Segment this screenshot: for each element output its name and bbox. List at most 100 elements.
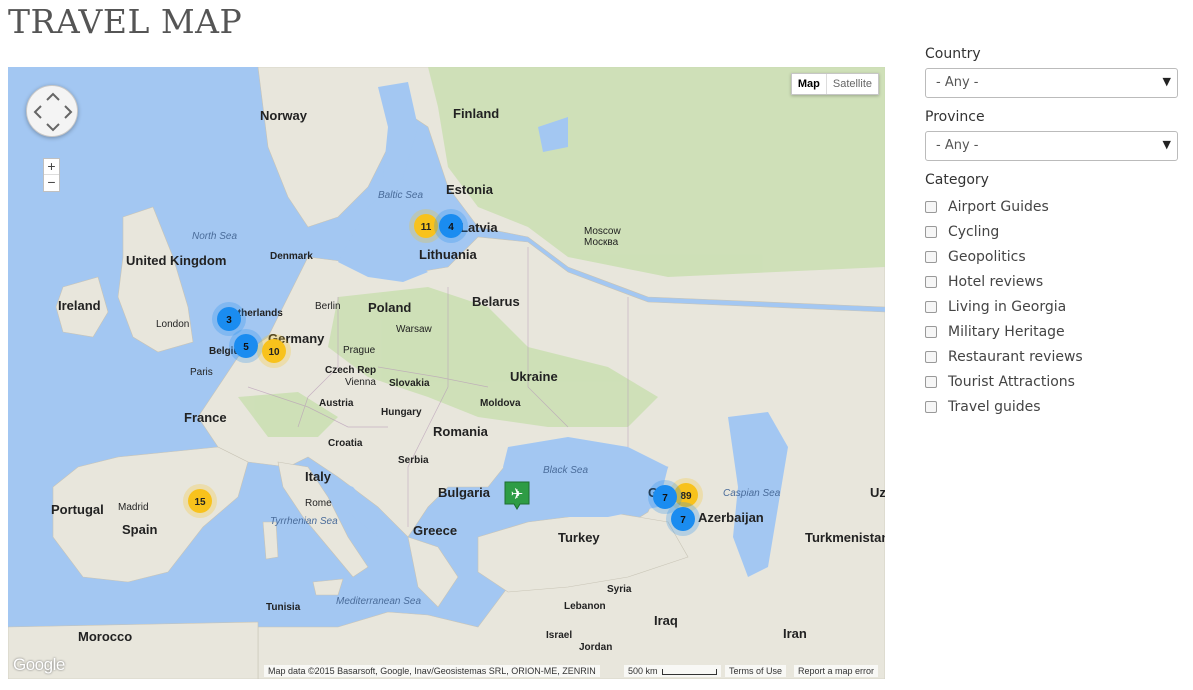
cluster-9[interactable]: 7 (666, 502, 700, 536)
label-london: London (156, 319, 189, 330)
report-map-error-link[interactable]: Report a map error (794, 665, 879, 677)
country-select-value: - Any - (936, 75, 979, 90)
country-select[interactable]: - Any - ▼ (925, 68, 1178, 98)
label-austria: Austria (319, 398, 354, 409)
cluster-6-count: 15 (194, 497, 206, 508)
label-norway: Norway (260, 108, 308, 123)
province-label: Province (925, 109, 985, 125)
category-item[interactable]: Restaurant reviews (925, 344, 1178, 369)
category-item[interactable]: Airport Guides (925, 194, 1178, 219)
cluster-3-count: 3 (226, 315, 232, 326)
travel-map[interactable]: Norway Finland Estonia Latvia Lithuania … (8, 67, 885, 679)
filter-sidebar: Country - Any - ▼ Province - Any - ▼ Cat… (925, 46, 1178, 419)
map-type-satellite-button[interactable]: Satellite (827, 74, 878, 94)
label-iraq: Iraq (654, 613, 678, 628)
zoom-out-button[interactable]: − (44, 175, 59, 191)
category-item[interactable]: Living in Georgia (925, 294, 1178, 319)
cluster-8-count: 89 (680, 491, 692, 502)
label-denmark: Denmark (270, 251, 313, 262)
category-item[interactable]: Tourist Attractions (925, 369, 1178, 394)
label-prague: Prague (343, 345, 376, 356)
category-item[interactable]: Cycling (925, 219, 1178, 244)
pan-arrows-icon (33, 92, 73, 132)
airport-marker[interactable]: ✈ (504, 481, 530, 510)
label-moscow-ru: Москва (584, 237, 619, 248)
map-canvas[interactable]: Norway Finland Estonia Latvia Lithuania … (8, 67, 885, 679)
cluster-6[interactable]: 15 (183, 484, 217, 518)
province-select[interactable]: - Any - ▼ (925, 131, 1178, 161)
category-checkbox[interactable] (925, 250, 937, 263)
map-scale-label: 500 km (628, 666, 658, 676)
chevron-down-icon: ▼ (1162, 75, 1171, 88)
category-label-text: Travel guides (948, 398, 1041, 415)
map-type-control: Map Satellite (790, 73, 879, 95)
category-label-text: Restaurant reviews (948, 348, 1083, 365)
category-checkbox[interactable] (925, 200, 937, 213)
map-scale: 500 km (624, 665, 721, 677)
label-moscow: Moscow (584, 226, 621, 237)
category-list: Airport Guides Cycling Geopolitics Hotel… (925, 194, 1178, 419)
category-checkbox[interactable] (925, 225, 937, 238)
category-item[interactable]: Travel guides (925, 394, 1178, 419)
map-attribution: Map data ©2015 Basarsoft, Google, Inav/G… (264, 665, 600, 677)
category-label-text: Cycling (948, 223, 1000, 240)
category-item[interactable]: Geopolitics (925, 244, 1178, 269)
category-checkbox[interactable] (925, 375, 937, 388)
label-moldova: Moldova (480, 398, 521, 409)
label-rome: Rome (305, 498, 332, 509)
label-iran: Iran (783, 626, 807, 641)
category-label-text: Living in Georgia (948, 298, 1067, 315)
map-type-map-button[interactable]: Map (792, 74, 827, 94)
zoom-in-button[interactable]: + (44, 159, 59, 175)
label-estonia: Estonia (446, 182, 494, 197)
pan-control[interactable] (26, 85, 78, 137)
category-checkbox[interactable] (925, 275, 937, 288)
label-azerbaijan: Azerbaijan (698, 510, 764, 525)
airplane-icon: ✈ (511, 485, 524, 503)
category-label-text: Hotel reviews (948, 273, 1044, 290)
label-ireland: Ireland (58, 298, 101, 313)
category-label-text: Military Heritage (948, 323, 1065, 340)
category-checkbox[interactable] (925, 350, 937, 363)
label-baltic-sea: Baltic Sea (378, 190, 423, 201)
cluster-2[interactable]: 4 (434, 209, 468, 243)
google-logo: Google (13, 655, 65, 674)
cluster-9-count: 7 (680, 515, 686, 526)
category-label-text: Tourist Attractions (948, 373, 1075, 390)
category-checkbox[interactable] (925, 300, 937, 313)
label-greece: Greece (413, 523, 457, 538)
label-north-sea: North Sea (192, 231, 237, 242)
cluster-5[interactable]: 10 (257, 334, 291, 368)
category-item[interactable]: Military Heritage (925, 319, 1178, 344)
page-title: TRAVEL MAP (8, 2, 243, 41)
label-berlin: Berlin (315, 301, 341, 312)
label-syria: Syria (607, 584, 632, 595)
label-lithuania: Lithuania (419, 247, 478, 262)
category-label-text: Airport Guides (948, 198, 1049, 215)
cluster-1-count: 11 (421, 222, 432, 233)
land-uk (117, 206, 194, 353)
label-tyrrhenian: Tyrrhenian Sea (270, 516, 338, 527)
terms-of-use-link[interactable]: Terms of Use (725, 665, 787, 677)
label-bulgaria: Bulgaria (438, 485, 491, 500)
label-lebanon: Lebanon (564, 601, 606, 612)
label-france: France (184, 410, 227, 425)
label-warsaw: Warsaw (396, 324, 433, 335)
label-belarus: Belarus (472, 294, 520, 309)
label-vienna: Vienna (345, 377, 376, 388)
cluster-4-count: 5 (243, 342, 249, 353)
label-paris: Paris (190, 367, 213, 378)
cluster-2-count: 4 (448, 222, 454, 233)
category-item[interactable]: Hotel reviews (925, 269, 1178, 294)
label-jordan: Jordan (579, 642, 612, 653)
label-madrid: Madrid (118, 502, 149, 513)
label-spain: Spain (122, 522, 157, 537)
label-slovakia: Slovakia (389, 378, 430, 389)
label-uk: United Kingdom (126, 253, 226, 268)
label-poland: Poland (368, 300, 411, 315)
category-label-text: Geopolitics (948, 248, 1026, 265)
category-checkbox[interactable] (925, 325, 937, 338)
zoom-control: + − (43, 158, 60, 192)
cluster-7-count: 7 (662, 493, 668, 504)
category-checkbox[interactable] (925, 400, 937, 413)
